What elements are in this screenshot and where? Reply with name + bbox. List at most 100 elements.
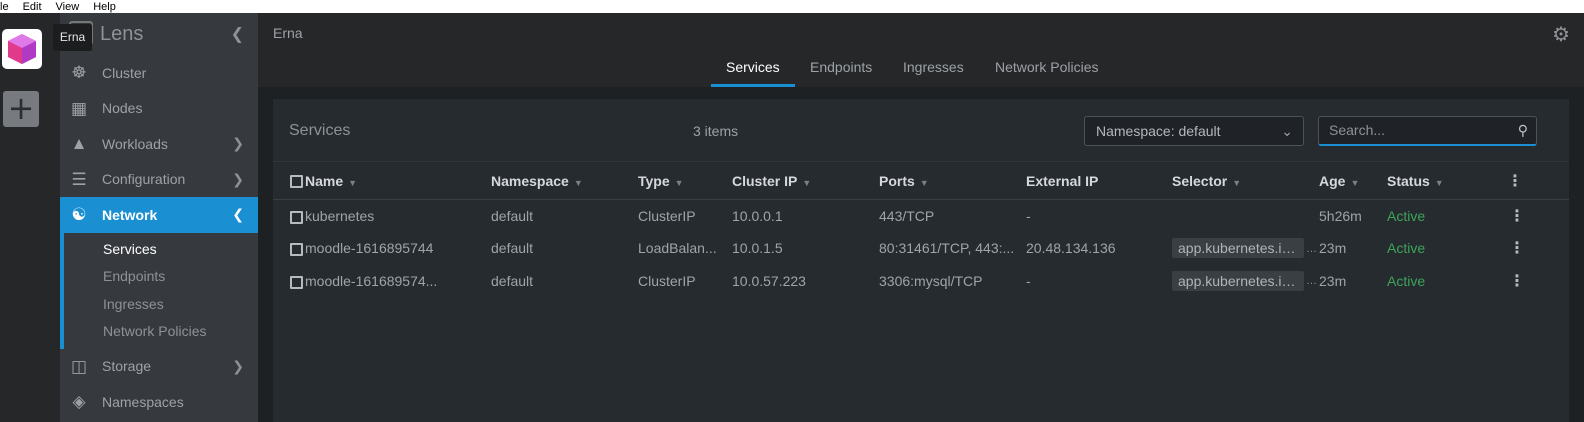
row-checkbox[interactable] bbox=[290, 210, 303, 224]
table-row[interactable]: kubernetes default ClusterIP 10.0.0.1 44… bbox=[273, 200, 1569, 233]
menu-file[interactable]: le bbox=[0, 1, 9, 13]
search-box: ⚲ bbox=[1318, 116, 1537, 146]
sidebar-subitem-endpoints[interactable]: Endpoints bbox=[64, 263, 258, 291]
sidebar-subitem-ingresses[interactable]: Ingresses bbox=[64, 291, 258, 319]
cell-age: 5h26m bbox=[1319, 208, 1362, 224]
cell-ports: 80:31461/TCP, 443:... bbox=[879, 240, 1015, 257]
menu-bar: le Edit View Help bbox=[0, 0, 1584, 13]
selector-more-icon[interactable]: … bbox=[1306, 243, 1317, 255]
sidebar-item-label: Storage bbox=[102, 358, 152, 375]
column-header-type[interactable]: Type ▼ bbox=[638, 162, 732, 200]
column-header-cluster-ip[interactable]: Cluster IP ▼ bbox=[732, 162, 879, 200]
select-all-checkbox[interactable] bbox=[290, 175, 303, 189]
items-count: 3 items bbox=[693, 123, 739, 139]
cell-cluster-ip: 10.0.0.1 bbox=[732, 208, 783, 224]
cubes-icon: ▲ bbox=[70, 134, 88, 153]
namespace-select[interactable]: Namespace: default ⌄ bbox=[1084, 116, 1304, 146]
services-table: Name ▼ Namespace ▼ Type ▼ Cluster IP ▼ Ports… bbox=[273, 161, 1569, 297]
gear-icon[interactable]: ⚙ bbox=[1552, 22, 1570, 47]
search-icon[interactable]: ⚲ bbox=[1518, 122, 1528, 139]
sidebar-item-cluster[interactable]: ☸ Cluster bbox=[60, 55, 258, 91]
cell-age: 23m bbox=[1319, 240, 1347, 257]
cell-cluster-ip: 10.0.1.5 bbox=[732, 240, 783, 257]
search-input[interactable] bbox=[1319, 117, 1504, 143]
column-header-namespace[interactable]: Namespace ▼ bbox=[491, 162, 638, 200]
cell-age: 23m bbox=[1319, 272, 1347, 289]
table-header-row: Name ▼ Namespace ▼ Type ▼ Cluster IP ▼ Ports… bbox=[273, 161, 1569, 200]
cell-type: ClusterIP bbox=[638, 208, 696, 224]
column-menu-icon[interactable]: ⋮ bbox=[1507, 173, 1523, 190]
status-badge: Active bbox=[1387, 272, 1426, 289]
namespace-select-value: Namespace: default bbox=[1096, 123, 1221, 139]
panel-header: Services 3 items Namespace: default ⌄ ⚲ bbox=[273, 99, 1569, 161]
sidebar-item-label: Configuration bbox=[102, 171, 186, 188]
column-header-selector[interactable]: Selector ▼ bbox=[1172, 162, 1319, 200]
tab-network-policies[interactable]: Network Policies bbox=[995, 59, 1098, 87]
column-header-status[interactable]: Status ▼ bbox=[1387, 162, 1489, 200]
menu-help[interactable]: Help bbox=[93, 1, 116, 13]
sidebar-item-nodes[interactable]: ▦ Nodes bbox=[60, 91, 258, 127]
cluster-avatar-icon[interactable] bbox=[2, 29, 42, 69]
selector-more-icon[interactable]: … bbox=[1306, 275, 1317, 287]
tab-ingresses[interactable]: Ingresses bbox=[903, 59, 964, 87]
sidebar-item-namespaces[interactable]: ◈ Namespaces bbox=[60, 384, 258, 420]
sidebar-subitem-services[interactable]: Services bbox=[64, 236, 258, 264]
sort-icon: ▼ bbox=[1350, 177, 1360, 188]
selector-chip: app.kubernetes.io... bbox=[1172, 270, 1304, 291]
chevron-left-icon[interactable]: ❮ bbox=[231, 24, 244, 44]
selector-chip: app.kubernetes.io... bbox=[1172, 238, 1304, 259]
tab-services[interactable]: Services bbox=[711, 59, 795, 87]
status-badge: Active bbox=[1387, 240, 1426, 257]
cluster-rail: + bbox=[0, 13, 60, 422]
sort-icon: ▼ bbox=[674, 177, 684, 188]
row-checkbox[interactable] bbox=[290, 275, 303, 289]
column-header-ports[interactable]: Ports ▼ bbox=[879, 162, 1026, 200]
helm-wheel-icon: ☸ bbox=[71, 63, 87, 82]
sort-icon: ▼ bbox=[919, 177, 929, 188]
app-title: Lens bbox=[100, 22, 144, 45]
row-menu-icon[interactable]: ⋮ bbox=[1509, 273, 1525, 290]
menu-edit[interactable]: Edit bbox=[23, 1, 42, 13]
table-row[interactable]: moodle-161689574... default ClusterIP 10… bbox=[273, 265, 1569, 298]
sidebar-item-storage[interactable]: ◫ Storage ❯ bbox=[60, 349, 258, 385]
sidebar-item-network[interactable]: ☯ Network ❮ bbox=[60, 197, 258, 233]
sidebar-item-label: Network bbox=[102, 206, 158, 223]
tab-bar: Services Endpoints Ingresses Network Pol… bbox=[258, 53, 1584, 87]
cell-cluster-ip: 10.0.57.223 bbox=[732, 272, 806, 289]
sort-icon: ▼ bbox=[1434, 177, 1444, 188]
top-bar: Erna ⚙ bbox=[258, 13, 1584, 53]
cell-selector: app.kubernetes.io...… bbox=[1172, 265, 1319, 298]
menu-view[interactable]: View bbox=[56, 1, 80, 13]
cell-type: LoadBalan... bbox=[638, 240, 717, 257]
cell-namespace: default bbox=[491, 272, 534, 289]
sidebar-subitem-network-policies[interactable]: Network Policies bbox=[64, 318, 258, 346]
sort-icon: ▼ bbox=[802, 177, 812, 188]
status-badge: Active bbox=[1387, 208, 1426, 224]
sort-icon: ▼ bbox=[573, 177, 583, 188]
column-header-age[interactable]: Age ▼ bbox=[1319, 162, 1387, 200]
chevron-down-icon: ❯ bbox=[232, 357, 244, 374]
network-submenu: Services Endpoints Ingresses Network Pol… bbox=[60, 232, 258, 349]
sidebar-item-label: Workloads bbox=[102, 135, 168, 152]
table-row[interactable]: moodle-1616895744 default LoadBalan... 1… bbox=[273, 232, 1569, 265]
layers-icon: ◈ bbox=[72, 392, 86, 411]
column-header-name[interactable]: Name ▼ bbox=[305, 162, 491, 200]
row-menu-icon[interactable]: ⋮ bbox=[1509, 240, 1525, 257]
row-menu-icon[interactable]: ⋮ bbox=[1509, 208, 1525, 225]
sidebar-item-workloads[interactable]: ▲ Workloads ❯ bbox=[60, 126, 258, 162]
row-checkbox[interactable] bbox=[290, 243, 303, 257]
network-icon: ☯ bbox=[71, 205, 87, 224]
cell-external-ip: 20.48.134.136 bbox=[1026, 240, 1116, 257]
sort-icon: ▼ bbox=[348, 177, 358, 188]
cell-ports: 443/TCP bbox=[879, 208, 935, 224]
chevron-up-icon: ❮ bbox=[232, 206, 244, 222]
cell-name: moodle-1616895744 bbox=[305, 240, 434, 257]
plus-icon: + bbox=[7, 89, 35, 127]
add-cluster-button[interactable]: + bbox=[3, 91, 39, 127]
sidebar-item-configuration[interactable]: ☰ Configuration ❯ bbox=[60, 162, 258, 198]
chevron-down-icon: ❯ bbox=[232, 170, 244, 187]
tab-endpoints[interactable]: Endpoints bbox=[810, 59, 872, 87]
cell-external-ip: - bbox=[1026, 272, 1031, 289]
cell-ports: 3306:mysql/TCP bbox=[879, 272, 983, 289]
cluster-name: Erna bbox=[273, 25, 303, 41]
